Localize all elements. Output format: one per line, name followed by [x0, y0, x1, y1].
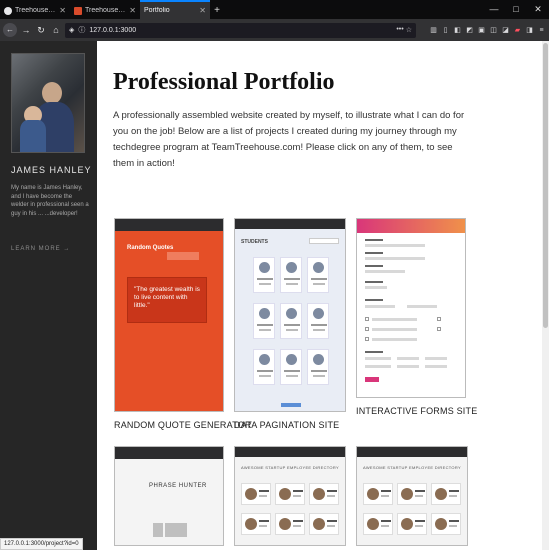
reload-icon[interactable]: ↻ — [35, 22, 47, 38]
close-tab-icon[interactable]: ✕ — [59, 6, 66, 15]
author-bio: My name is James Hanley, and I have beco… — [11, 185, 89, 217]
github-icon — [4, 6, 12, 15]
preview-heading: AWESOME STARTUP EMPLOYEE DIRECTORY — [241, 465, 339, 470]
sidebar: JAMES HANLEY My name is James Hanley, an… — [0, 41, 97, 550]
sidebar-icon[interactable]: ▯ — [441, 25, 450, 36]
extension-icon[interactable]: ◩ — [465, 25, 474, 36]
learn-more-link[interactable]: LEARN MORE → — [11, 246, 70, 252]
project-caption[interactable]: INTERACTIVE FORMS SITE — [356, 406, 477, 416]
tab-title: Treehouse Full Stack JavaScript — [85, 7, 126, 14]
scrollbar-thumb[interactable] — [543, 43, 548, 328]
preview-quote: "The greatest wealth is to live content … — [134, 286, 200, 309]
extension-icon[interactable]: ◧ — [453, 25, 462, 36]
preview-quote-box: "The greatest wealth is to live content … — [127, 277, 207, 323]
status-bar-url: 127.0.0.1:3000/project?id=0 — [0, 538, 83, 550]
main-content: Professional Portfolio A professionally … — [97, 41, 542, 550]
browser-nav-bar: ← → ↻ ⌂ ◈ ⓘ ••• ☆ ▥ ▯ ◧ ◩ ▣ ◫ ◪ ▰ ◨ ≡ — [0, 19, 549, 41]
minimize-button[interactable]: — — [483, 0, 505, 19]
project-thumbnail[interactable]: AWESOME STARTUP EMPLOYEE DIRECTORY — [356, 446, 468, 546]
more-icon[interactable]: ••• — [396, 26, 403, 34]
forward-arrow-icon[interactable]: → — [20, 22, 32, 38]
extension-icon[interactable]: ◪ — [501, 25, 510, 36]
browser-tab-1[interactable]: Treehouse Techdegree Graduate ✕ — [0, 2, 70, 19]
page-viewport: JAMES HANLEY My name is James Hanley, an… — [0, 41, 549, 550]
new-tab-button[interactable]: + — [210, 2, 224, 19]
back-arrow-icon[interactable]: ← — [3, 23, 17, 37]
tab-title: Treehouse Techdegree Graduate — [15, 7, 56, 14]
close-tab-icon[interactable]: ✕ — [199, 6, 206, 15]
preview-heading: PHRASE HUNTER — [149, 483, 207, 489]
browser-tab-2[interactable]: Treehouse Full Stack JavaScript ✕ — [70, 2, 140, 19]
browser-tab-3[interactable]: Portfolio ✕ — [140, 0, 210, 19]
intro-paragraph: A professionally assembled website creat… — [113, 110, 465, 169]
extension-icon[interactable]: ◨ — [525, 25, 534, 36]
treehouse-icon — [74, 6, 82, 15]
browser-tab-bar: Treehouse Techdegree Graduate ✕ Treehous… — [0, 0, 549, 19]
maximize-button[interactable]: □ — [505, 0, 527, 19]
window-controls: — □ ✕ — [483, 0, 549, 19]
tab-title: Portfolio — [144, 7, 170, 14]
toolbar-icons: ▥ ▯ ◧ ◩ ▣ ◫ ◪ ▰ ◨ ≡ — [429, 25, 546, 36]
avatar — [11, 53, 85, 153]
preview-heading: AWESOME STARTUP EMPLOYEE DIRECTORY — [363, 465, 461, 470]
close-window-button[interactable]: ✕ — [527, 0, 549, 19]
project-thumbnail[interactable] — [356, 218, 466, 398]
url-tools: ••• ☆ — [396, 26, 412, 34]
url-bar[interactable]: ◈ ⓘ ••• ☆ — [65, 22, 416, 38]
project-caption[interactable]: RANDOM QUOTE GENERATOR — [114, 420, 252, 430]
project-thumbnail[interactable]: STUDENTS — [234, 218, 346, 412]
project-thumbnail[interactable]: PHRASE HUNTER — [114, 446, 224, 546]
page-scrollbar[interactable] — [542, 41, 549, 550]
extension-icon[interactable]: ◫ — [489, 25, 498, 36]
preview-heading: STUDENTS — [241, 239, 268, 245]
url-input[interactable] — [89, 26, 393, 34]
page-title: Professional Portfolio — [113, 69, 335, 95]
info-icon[interactable]: ⓘ — [78, 25, 85, 35]
preview-heading: Random Quotes — [127, 245, 174, 251]
home-icon[interactable]: ⌂ — [50, 22, 62, 38]
pocket-icon[interactable]: ▰ — [513, 25, 522, 36]
bookmark-star-icon[interactable]: ☆ — [406, 26, 412, 34]
shield-icon[interactable]: ◈ — [69, 26, 74, 34]
author-name: JAMES HANLEY — [11, 165, 92, 175]
project-thumbnail[interactable]: Random Quotes "The greatest wealth is to… — [114, 218, 224, 412]
project-thumbnail[interactable]: AWESOME STARTUP EMPLOYEE DIRECTORY — [234, 446, 346, 546]
close-tab-icon[interactable]: ✕ — [129, 6, 136, 15]
library-icon[interactable]: ▥ — [429, 25, 438, 36]
extension-icon[interactable]: ▣ — [477, 25, 486, 36]
menu-icon[interactable]: ≡ — [537, 25, 546, 36]
project-caption[interactable]: DATA PAGINATION SITE — [234, 420, 339, 430]
